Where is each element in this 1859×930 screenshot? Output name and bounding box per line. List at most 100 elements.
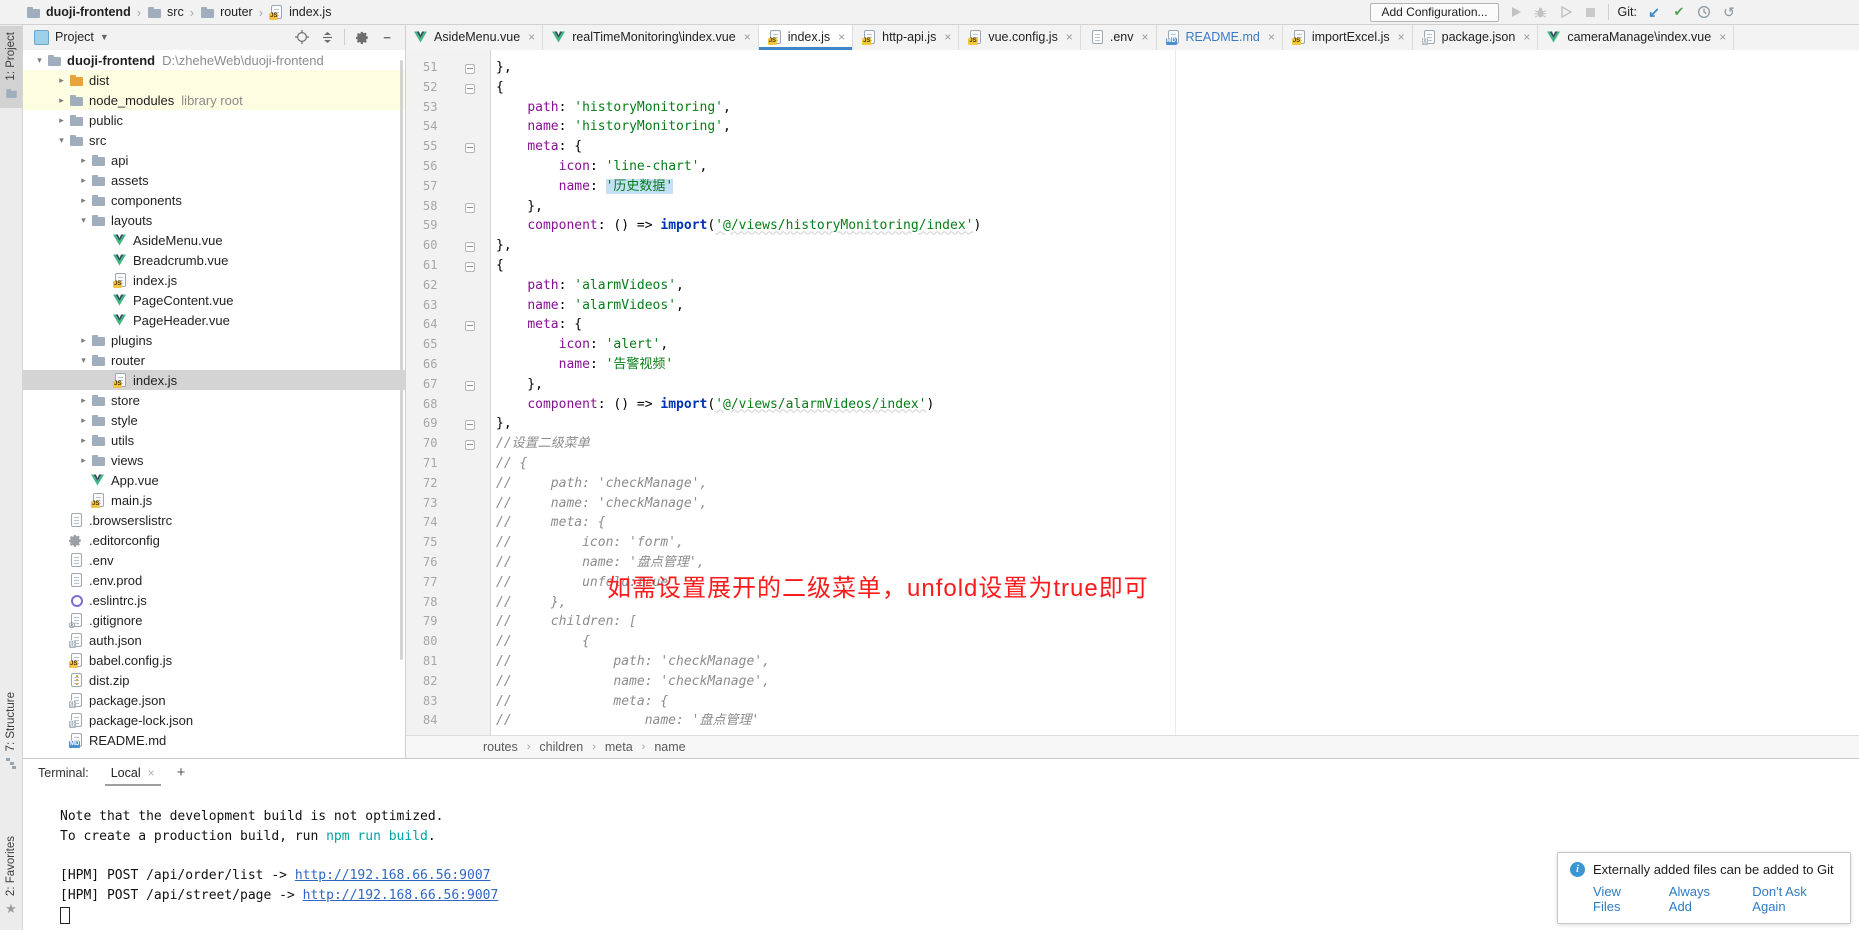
toolwindow-favorites-button[interactable]: 2: Favorites ★ [0, 836, 22, 917]
tree-item[interactable]: .env.prod [22, 570, 405, 590]
chevron-icon[interactable]: ▾ [32, 55, 47, 66]
chevron-icon[interactable]: ▸ [76, 395, 91, 406]
chevron-icon[interactable]: ▸ [76, 435, 91, 446]
tree-item[interactable]: ▸style [22, 410, 405, 430]
breadcrumb-item[interactable]: index.js [269, 5, 331, 19]
chevron-icon[interactable]: ▸ [76, 155, 91, 166]
editor-tab[interactable]: AsideMenu.vue× [405, 24, 543, 50]
tree-item[interactable]: babel.config.js [22, 650, 405, 670]
terminal-link[interactable]: http://192.168.66.56:9007 [303, 888, 499, 903]
tree-item[interactable]: AsideMenu.vue [22, 230, 405, 250]
tree-item[interactable]: ▸public [22, 110, 405, 130]
terminal-tab-local[interactable]: Local × [109, 761, 157, 785]
fold-icon[interactable] [465, 381, 475, 391]
fold-icon[interactable] [465, 262, 475, 272]
editor-breadcrumb-item[interactable]: name [654, 740, 685, 754]
tree-item[interactable]: ▾layouts [22, 210, 405, 230]
locate-file-icon[interactable] [294, 29, 310, 45]
chevron-icon[interactable]: ▸ [54, 115, 69, 126]
tab-close-icon[interactable]: × [528, 30, 535, 44]
add-configuration-button[interactable]: Add Configuration... [1370, 3, 1498, 22]
fold-icon[interactable] [465, 420, 475, 430]
tree-item[interactable]: package.json [22, 690, 405, 710]
project-view-selector[interactable]: Project ▼ [34, 30, 109, 45]
git-commit-icon[interactable]: ✔ [1671, 4, 1687, 20]
tree-item[interactable]: PageContent.vue [22, 290, 405, 310]
chevron-icon[interactable]: ▸ [76, 175, 91, 186]
chevron-icon[interactable]: ▸ [76, 195, 91, 206]
tree-item[interactable]: package-lock.json [22, 710, 405, 730]
toolwindow-project-button[interactable]: 1: Project [0, 26, 22, 108]
editor-tab[interactable]: realTimeMonitoring\index.vue× [543, 24, 759, 50]
tab-close-icon[interactable]: × [1719, 30, 1726, 44]
tree-item[interactable]: ▸dist [22, 70, 405, 90]
collapse-all-icon[interactable] [319, 29, 335, 45]
breadcrumb-item[interactable]: router [200, 5, 253, 20]
tree-item[interactable]: ▸plugins [22, 330, 405, 350]
tab-close-icon[interactable]: × [744, 30, 751, 44]
tree-item[interactable]: dist.zip [22, 670, 405, 690]
git-history-icon[interactable] [1696, 4, 1712, 20]
scrollbar[interactable] [400, 60, 403, 660]
tree-item[interactable]: .env [22, 550, 405, 570]
editor-breadcrumb-item[interactable]: routes [483, 740, 518, 754]
editor-tab[interactable]: importExcel.js× [1283, 24, 1413, 50]
tree-item[interactable]: ▸api [22, 150, 405, 170]
tab-close-icon[interactable]: × [1523, 30, 1530, 44]
tab-close-icon[interactable]: × [1066, 30, 1073, 44]
tree-item[interactable]: ▾src [22, 130, 405, 150]
stop-icon[interactable] [1583, 4, 1599, 20]
fold-icon[interactable] [465, 84, 475, 94]
tab-close-icon[interactable]: × [944, 30, 951, 44]
chevron-icon[interactable]: ▸ [54, 75, 69, 86]
run-with-coverage-icon[interactable] [1558, 4, 1574, 20]
run-icon[interactable] [1508, 4, 1524, 20]
editor-tab[interactable]: index.js× [759, 24, 853, 50]
tree-item[interactable]: ▾duoji-frontendD:\zheheWeb\duoji-fronten… [22, 50, 405, 70]
fold-icon[interactable] [465, 64, 475, 74]
new-terminal-icon[interactable]: + [177, 764, 186, 781]
tree-item[interactable]: .eslintrc.js [22, 590, 405, 610]
breadcrumb-item[interactable]: duoji-frontend [26, 5, 131, 20]
chevron-icon[interactable]: ▾ [76, 215, 91, 226]
tree-item[interactable]: auth.json [22, 630, 405, 650]
editor-tab[interactable]: http-api.js× [853, 24, 959, 50]
chevron-icon[interactable]: ▸ [76, 335, 91, 346]
tree-item[interactable]: index.js [22, 270, 405, 290]
editor-tab[interactable]: .env× [1081, 24, 1157, 50]
debug-icon[interactable] [1533, 4, 1549, 20]
tree-item[interactable]: PageHeader.vue [22, 310, 405, 330]
tab-close-icon[interactable]: × [1141, 30, 1148, 44]
settings-icon[interactable] [354, 29, 370, 45]
editor-tab[interactable]: vue.config.js× [959, 24, 1081, 50]
tab-close-icon[interactable]: × [838, 30, 845, 44]
tree-item[interactable]: main.js [22, 490, 405, 510]
chevron-icon[interactable]: ▸ [54, 95, 69, 106]
code-editor[interactable]: 51},52{53 path: 'historyMonitoring',54 n… [405, 50, 1859, 736]
tree-item[interactable]: ▸components [22, 190, 405, 210]
fold-icon[interactable] [465, 203, 475, 213]
tree-item[interactable]: App.vue [22, 470, 405, 490]
tree-item[interactable]: ▸utils [22, 430, 405, 450]
hide-panel-icon[interactable]: − [379, 29, 395, 45]
fold-icon[interactable] [465, 321, 475, 331]
tab-close-icon[interactable]: × [1268, 30, 1275, 44]
tree-item[interactable]: .editorconfig [22, 530, 405, 550]
editor-tab[interactable]: package.json× [1413, 24, 1539, 50]
fold-icon[interactable] [465, 143, 475, 153]
close-icon[interactable]: × [148, 766, 155, 780]
tree-item[interactable]: ▸views [22, 450, 405, 470]
fold-icon[interactable] [465, 242, 475, 252]
fold-icon[interactable] [465, 440, 475, 450]
tree-item[interactable]: index.js [22, 370, 405, 390]
notification-action-link[interactable]: View Files [1593, 884, 1649, 914]
chevron-icon[interactable]: ▸ [76, 455, 91, 466]
editor-tab[interactable]: README.md× [1157, 24, 1283, 50]
tree-item[interactable]: .browserslistrc [22, 510, 405, 530]
tab-close-icon[interactable]: × [1398, 30, 1405, 44]
breadcrumb-item[interactable]: src [147, 5, 184, 20]
tree-item[interactable]: .gitignore [22, 610, 405, 630]
notification-action-link[interactable]: Don't Ask Again [1752, 884, 1838, 914]
editor-breadcrumb-item[interactable]: meta [605, 740, 633, 754]
chevron-icon[interactable]: ▾ [54, 135, 69, 146]
